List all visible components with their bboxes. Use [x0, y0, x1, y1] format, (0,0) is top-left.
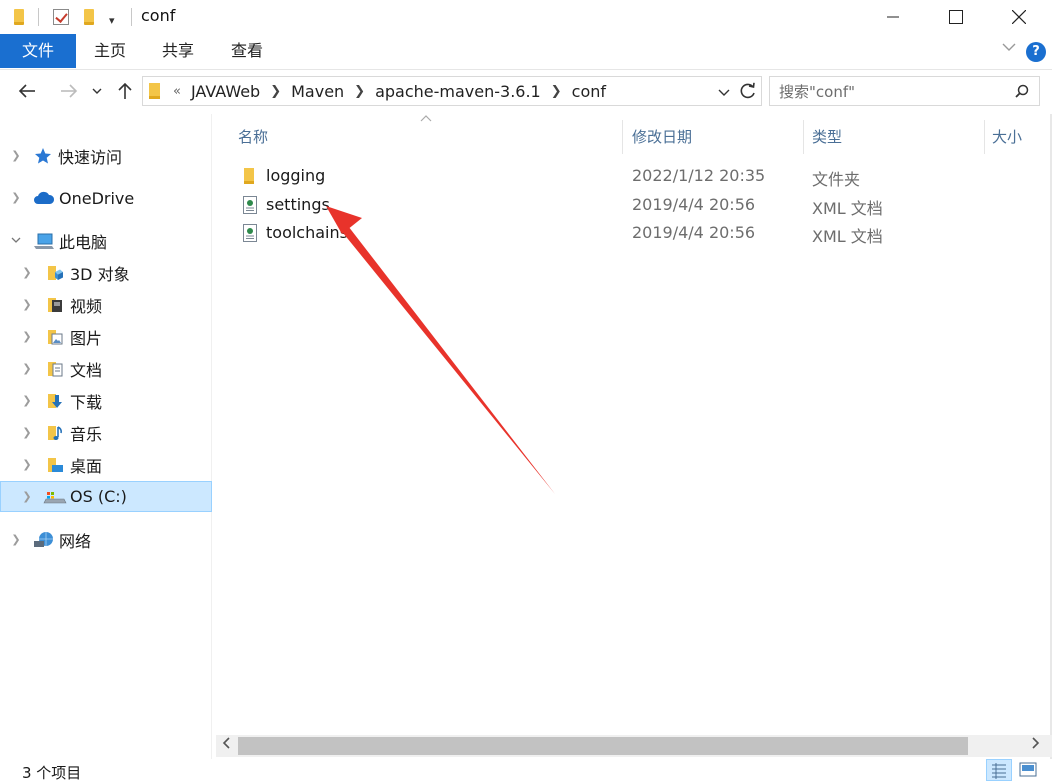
scrollbar-thumb[interactable]	[238, 737, 968, 755]
file-explorer-window: ▾ conf 文件 主页 共享 查看 ? « JAVAWeb ❯ Maven ❯…	[0, 0, 1052, 781]
scroll-left-icon[interactable]	[222, 737, 230, 752]
details-view-icon	[992, 763, 1006, 779]
horizontal-scrollbar[interactable]	[216, 735, 1052, 757]
large-icons-view-icon	[1019, 762, 1037, 777]
scroll-right-icon[interactable]	[1032, 737, 1040, 752]
item-count: 3 个项目	[22, 764, 82, 781]
status-bar: 3 个项目	[0, 759, 1052, 781]
annotation-arrow	[326, 206, 555, 494]
details-view-button[interactable]	[986, 759, 1012, 781]
large-icons-view-button[interactable]	[1016, 759, 1042, 781]
